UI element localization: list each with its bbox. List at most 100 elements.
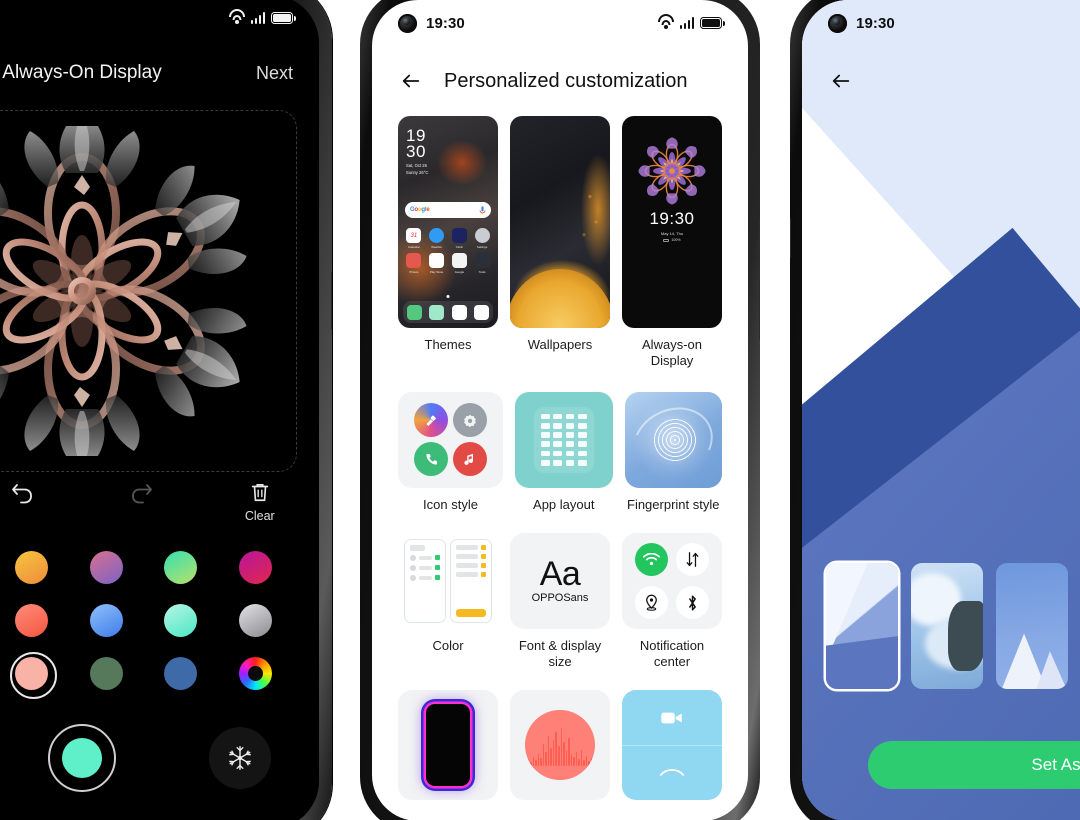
tile-always-on-display[interactable]: 19:30 May 14, Thu 100% Always-on Display	[622, 116, 722, 370]
mini-dock	[403, 301, 493, 323]
wallpaper-thumbnail-strip[interactable]	[826, 563, 1080, 689]
tile-label: Font & display size	[518, 637, 602, 669]
ringtone-art	[510, 690, 610, 801]
page-title: Personalized customization	[444, 69, 688, 92]
wallpaper-thumb-3[interactable]	[996, 563, 1068, 689]
tile-font-display-size[interactable]: Aa OPPOSans Font & display size	[510, 532, 610, 671]
color-swatch-teal-lime-gradient[interactable]	[164, 551, 198, 584]
wallpaper-thumb-2[interactable]	[911, 563, 983, 689]
tile-fingerprint-style[interactable]: Fingerprint style	[624, 391, 722, 513]
color-swatch-sky-blue[interactable]	[89, 604, 123, 637]
phone1-screen: 19:30 ncel Always-On Display Next	[0, 0, 319, 820]
shutter-button[interactable]	[48, 724, 116, 792]
aod-preview: 19:30 May 14, Thu 100%	[622, 116, 722, 328]
settings-icon	[453, 402, 487, 437]
color-swatch-steel-blue[interactable]	[164, 657, 198, 690]
tile-label: Notification center	[639, 637, 705, 669]
swatch-dot	[89, 657, 123, 690]
font-sample: Aa	[539, 555, 581, 594]
signal-icon	[679, 17, 694, 29]
app-layout-art	[515, 391, 613, 488]
fingerprint-icon	[652, 416, 699, 463]
location-icon	[635, 586, 669, 619]
app-dot	[553, 450, 562, 457]
tile-app-layout[interactable]: App layout	[515, 391, 613, 513]
icon-style-art	[398, 391, 503, 488]
snowflake-style-button[interactable]	[209, 727, 271, 789]
aod-canvas[interactable]	[0, 110, 297, 472]
color-swatch-mint-aqua[interactable]	[164, 604, 198, 637]
status-time: 19:30	[856, 14, 895, 32]
waveform-bar	[540, 758, 542, 767]
color-swatch-coral-red[interactable]	[15, 604, 49, 637]
tile-call-screen[interactable]	[622, 690, 722, 801]
battery-icon	[271, 12, 296, 24]
back-arrow-icon[interactable]	[400, 70, 422, 92]
tile-color[interactable]: Color	[398, 532, 498, 671]
phone3-header	[802, 54, 1080, 108]
google-logo: Google	[410, 207, 430, 213]
tile-edge-lighting[interactable]	[398, 690, 498, 801]
undo-tool[interactable]	[0, 481, 82, 511]
swatch-dot	[89, 551, 123, 584]
color-swatch-rose-violet-gradient[interactable]	[89, 551, 123, 584]
tile-themes[interactable]: 19 30 Sat, Oct 26 Sunny 26°C Google 31 C…	[398, 116, 498, 370]
back-arrow-icon[interactable]	[830, 70, 852, 92]
phone1-status-bar: 19:30	[0, 0, 319, 41]
set-as-button[interactable]: Set As	[868, 741, 1080, 789]
phone-middle-settings: 19:30 Personalized customization 19 30 S…	[360, 0, 760, 820]
color-swatch-forest-green[interactable]	[89, 657, 123, 690]
swatch-dot	[89, 604, 123, 637]
power-button[interactable]	[759, 278, 760, 340]
tile-label: Fingerprint style	[627, 496, 720, 512]
waveform-bar	[563, 742, 565, 767]
power-button[interactable]	[331, 272, 332, 330]
color-swatch-silver-grey[interactable]	[239, 604, 273, 637]
wifi-icon	[657, 14, 674, 29]
tile-row-2: Icon style App layout Fingerprint style	[398, 391, 722, 513]
tile-label: Themes	[424, 337, 472, 352]
phone2-screen: 19:30 Personalized customization 19 30 S…	[372, 0, 748, 820]
screenshot-stage: 19:30 ncel Always-On Display Next	[0, 0, 1080, 820]
waveform-bar	[575, 752, 578, 767]
end-call-icon	[622, 746, 722, 801]
mini-app: Clock	[450, 228, 470, 249]
redo-icon	[132, 484, 153, 504]
color-swatch-magenta-red-gradient[interactable]	[239, 551, 273, 584]
mini-app: Google	[450, 253, 470, 274]
music-icon	[453, 442, 487, 477]
waveform-bar	[547, 736, 550, 767]
wallpaper-canvas[interactable]	[802, 0, 1080, 820]
volume-up-button[interactable]	[759, 218, 760, 258]
volume-button[interactable]	[790, 218, 791, 258]
waveform-bar	[525, 761, 527, 767]
mini-app: 31 Calendar	[404, 228, 424, 249]
waveform-bar	[537, 754, 540, 767]
color-swatch-amber-orange-gradient[interactable]	[15, 551, 49, 584]
settings-scroll-area[interactable]: 19 30 Sat, Oct 26 Sunny 26°C Google 31 C…	[372, 108, 748, 820]
waveform-bar	[588, 761, 590, 767]
tile-ringtone[interactable]	[510, 690, 610, 801]
app-grid-dots	[533, 406, 594, 473]
color-swatch-color-wheel[interactable]	[239, 657, 273, 690]
undo-icon	[11, 484, 32, 504]
wallpaper-thumb-1[interactable]	[826, 563, 898, 689]
swatch-dot	[15, 604, 49, 637]
next-button[interactable]: Next	[256, 63, 293, 84]
color-swatch-blush-pink-selected[interactable]	[10, 652, 58, 699]
tile-notification-center[interactable]: Notification center	[622, 532, 722, 671]
redo-tool[interactable]	[82, 481, 201, 511]
quick-settings-art	[622, 532, 722, 629]
clear-tool[interactable]: Clear	[201, 481, 320, 523]
waveform-bar	[550, 748, 552, 767]
phone3-screen: 19:30 Set As	[802, 0, 1080, 820]
tile-wallpapers[interactable]: Wallpapers	[510, 116, 610, 370]
app-dot	[540, 459, 550, 466]
font-art: Aa OPPOSans	[510, 532, 610, 629]
waveform-bar	[542, 744, 545, 767]
icon-style-preview	[398, 391, 503, 488]
waveform-bar	[573, 757, 575, 767]
aod-battery: 100%	[622, 238, 722, 242]
themes-preview: 19 30 Sat, Oct 26 Sunny 26°C Google 31 C…	[398, 116, 498, 328]
tile-icon-style[interactable]: Icon style	[398, 391, 503, 513]
